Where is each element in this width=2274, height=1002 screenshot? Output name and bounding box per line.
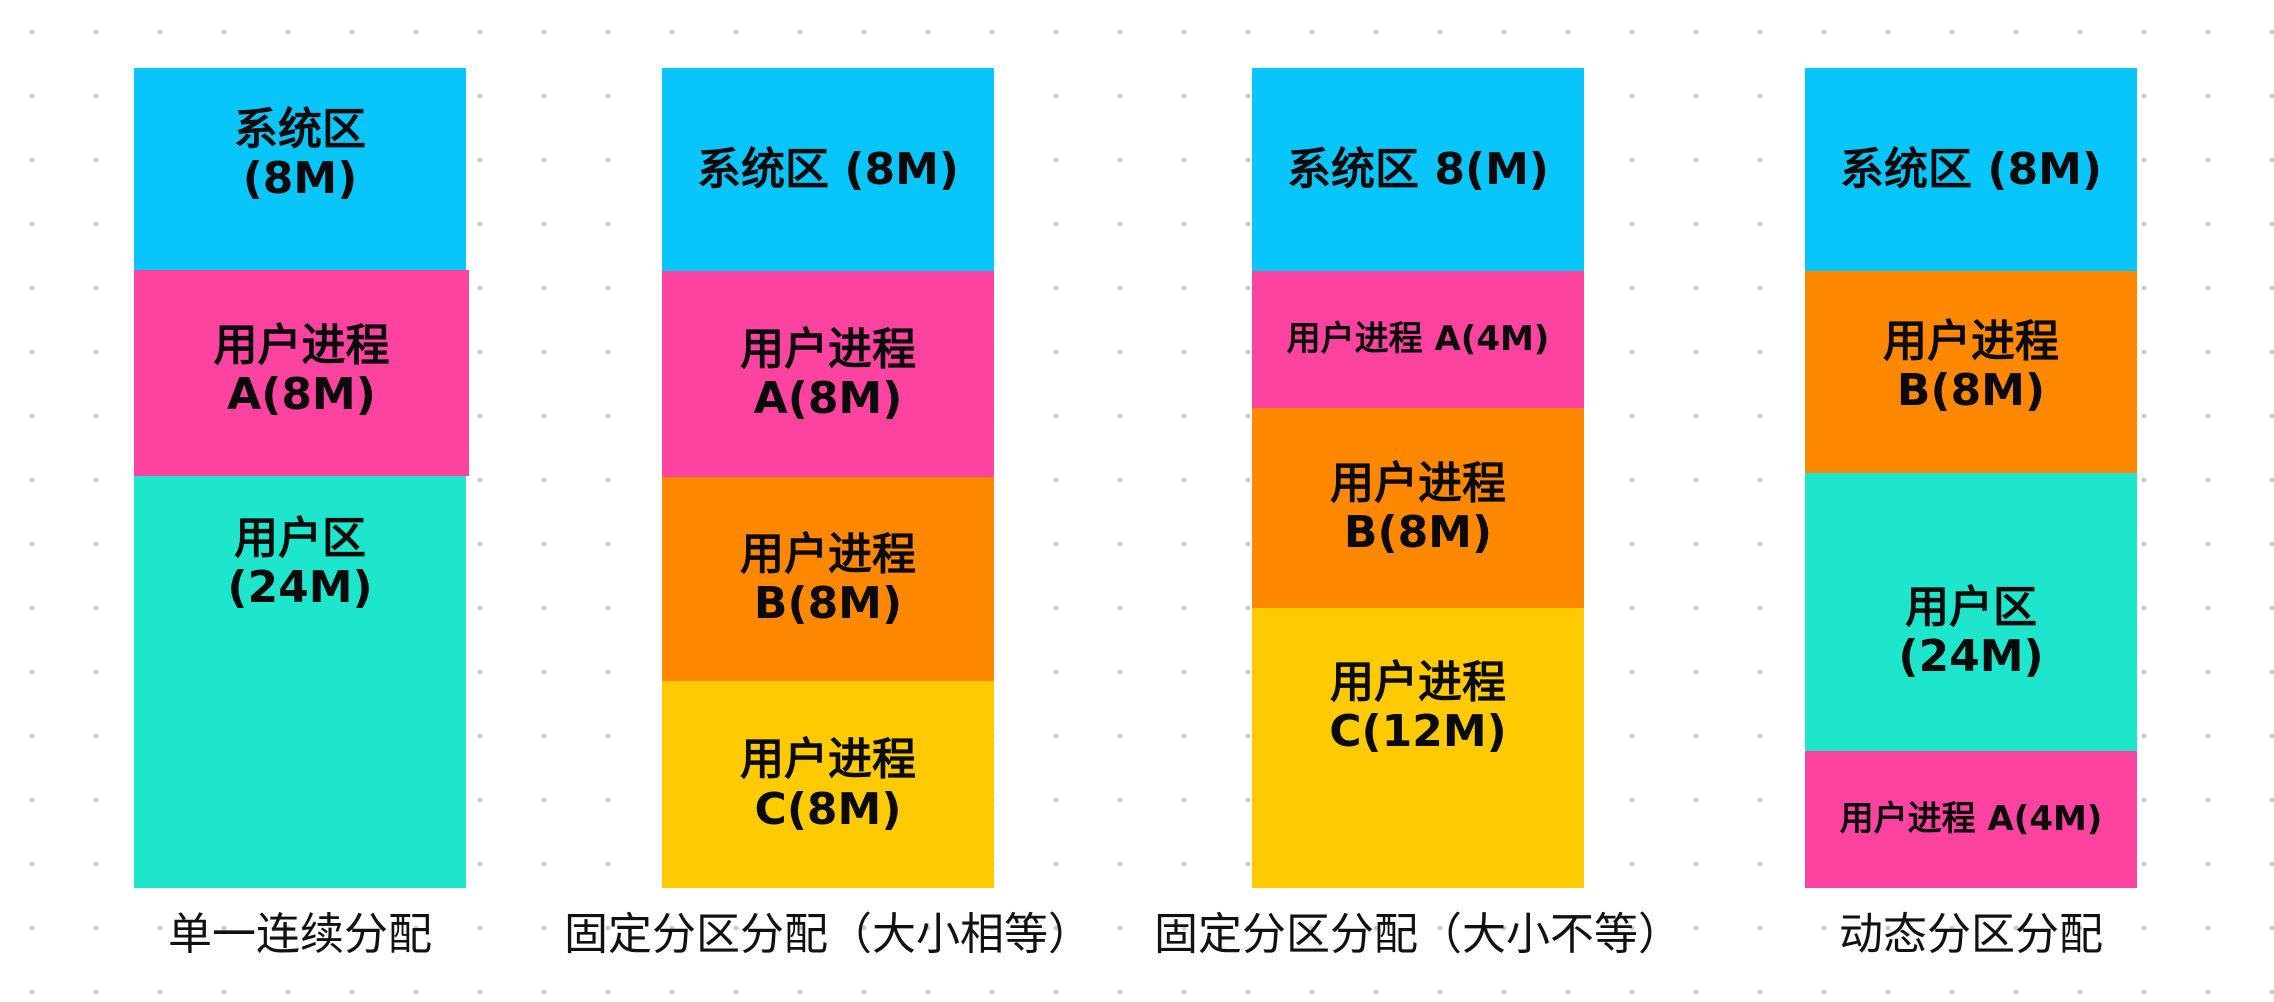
block-label: 用户进程 A(4M) [1286,319,1550,360]
block-label: 用户区 (24M) [1898,581,2044,682]
block-label: 系统区 8(M) [1287,143,1549,195]
block-system-area: 系统区 (8M) [1805,68,2137,271]
caption-fixed-equal: 固定分区分配（大小相等） [564,909,1092,960]
block-process-c: 用户进程 C(12M) [1252,608,1584,888]
caption-fixed-unequal: 固定分区分配（大小不等） [1154,909,1682,960]
block-label: 系统区 (8M) [697,143,959,195]
block-label: 用户区 (24M) [227,513,373,614]
block-process-b: 用户进程 B(8M) [1805,271,2137,473]
block-label: 用户进程 B(8M) [740,528,916,629]
block-process-a: 用户进程 A(8M) [662,271,994,477]
block-system-area: 系统区 8(M) [1252,68,1584,271]
memory-column-fixed-equal: 系统区 (8M) 用户进程 A(8M) 用户进程 B(8M) 用户进程 C(8M… [662,68,994,888]
block-process-c: 用户进程 C(8M) [662,681,994,888]
block-process-a: 用户进程 A(8M) [134,270,469,476]
block-label: 用户进程 C(12M) [1329,657,1507,758]
block-label: 用户进程 B(8M) [1330,457,1506,558]
block-user-area: 用户区 (24M) [1805,473,2137,751]
memory-column-dynamic: 系统区 (8M) 用户进程 B(8M) 用户区 (24M) 用户进程 A(4M) [1805,68,2137,888]
block-process-a: 用户进程 A(4M) [1252,271,1584,408]
caption-single-contiguous: 单一连续分配 [168,909,432,960]
block-process-b: 用户进程 B(8M) [1252,408,1584,608]
memory-column-single-contiguous: 系统区 (8M) 用户进程 A(8M) 用户区 (24M) [134,68,469,888]
block-label: 用户进程 A(8M) [213,319,390,420]
block-label: 用户进程 A(4M) [1839,799,2103,840]
block-process-a: 用户进程 A(4M) [1805,751,2137,888]
memory-column-fixed-unequal: 系统区 8(M) 用户进程 A(4M) 用户进程 B(8M) 用户进程 C(12… [1252,68,1584,888]
block-label: 系统区 (8M) [234,103,366,204]
block-label: 用户进程 B(8M) [1883,315,2059,416]
block-system-area: 系统区 (8M) [134,68,466,270]
block-user-area: 用户区 (24M) [134,476,466,888]
caption-dynamic: 动态分区分配 [1839,909,2103,960]
block-process-b: 用户进程 B(8M) [662,477,994,681]
block-label: 系统区 (8M) [1840,143,2102,195]
block-label: 用户进程 C(8M) [740,734,916,835]
block-system-area: 系统区 (8M) [662,68,994,271]
block-label: 用户进程 A(8M) [740,323,916,424]
